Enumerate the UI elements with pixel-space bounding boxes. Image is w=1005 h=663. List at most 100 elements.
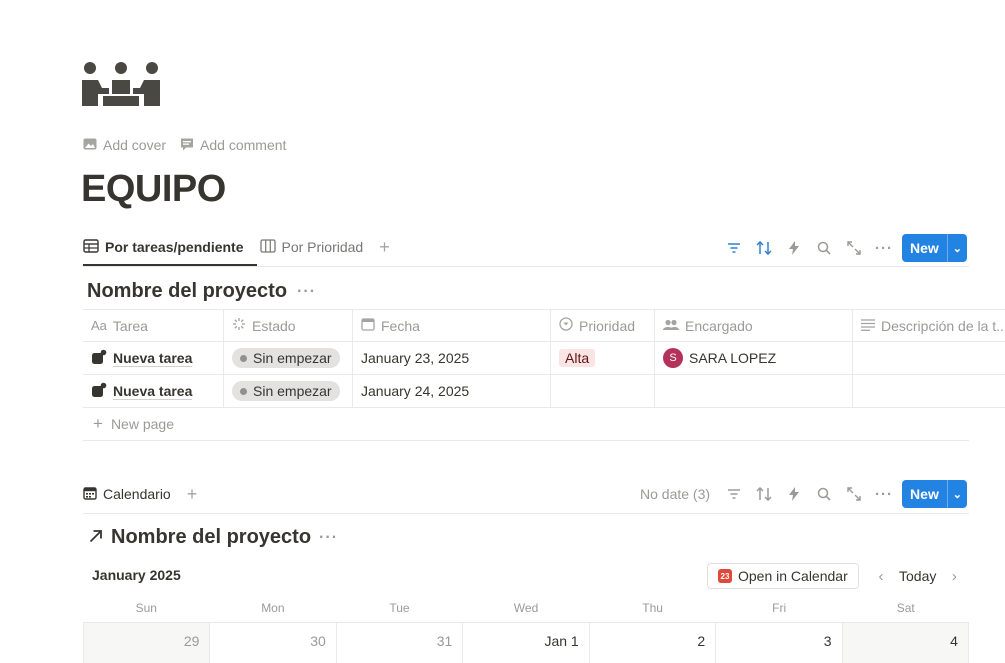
calendar-day-cell[interactable]: 30 bbox=[210, 623, 337, 663]
calendar-icon bbox=[361, 317, 375, 334]
description-cell[interactable] bbox=[853, 342, 1005, 374]
text-icon bbox=[861, 318, 875, 334]
calendar-view-tabs: Calendario + bbox=[83, 476, 197, 512]
database-more-icon[interactable]: ··· bbox=[297, 283, 316, 301]
calendar-icon bbox=[83, 486, 97, 503]
column-label: Descripción de la t... bbox=[881, 317, 1005, 334]
more-options-icon[interactable]: ··· bbox=[872, 482, 896, 506]
column-label: Tarea bbox=[112, 317, 148, 334]
plus-icon: + bbox=[186, 483, 198, 504]
task-name[interactable]: Nueva tarea bbox=[113, 383, 193, 400]
calendar-navigation: ‹ Today › bbox=[873, 563, 962, 589]
chevron-right-icon[interactable]: › bbox=[946, 564, 962, 588]
add-cover-button[interactable]: Add cover bbox=[83, 137, 166, 154]
column-header-encargado[interactable]: Encargado bbox=[655, 310, 853, 341]
table-row[interactable]: Nueva tarea Sin empezar January 23, 2025… bbox=[83, 342, 1005, 375]
calendar-toolbar: No date (3) ··· New ⌄ bbox=[640, 480, 967, 508]
task-name[interactable]: Nueva tarea bbox=[113, 350, 193, 367]
calendar-week-row: 29 30 31 Jan 1 2 3 4 bbox=[83, 622, 969, 663]
image-icon bbox=[83, 137, 97, 154]
column-header-estado[interactable]: Estado bbox=[224, 310, 353, 341]
sort-icon[interactable] bbox=[752, 236, 776, 260]
priority-cell[interactable]: Alta bbox=[551, 342, 655, 374]
calendar-tabs-divider bbox=[83, 513, 969, 514]
more-options-icon[interactable]: ··· bbox=[872, 236, 896, 260]
tab-por-tareas[interactable]: Por tareas/pendiente bbox=[83, 229, 244, 265]
status-cell[interactable]: Sin empezar bbox=[224, 375, 353, 407]
calendar-day-cell[interactable]: 2 bbox=[590, 623, 717, 663]
automation-icon[interactable] bbox=[782, 236, 806, 260]
assignee-cell[interactable]: S SARA LOPEZ bbox=[655, 342, 853, 374]
column-header-fecha[interactable]: Fecha bbox=[353, 310, 551, 341]
calendar-day-cell[interactable]: 29 bbox=[84, 623, 211, 663]
database-title-row: Nombre del proyecto ··· bbox=[87, 280, 316, 303]
automation-icon[interactable] bbox=[782, 482, 806, 506]
date-cell[interactable]: January 23, 2025 bbox=[353, 342, 551, 374]
open-in-calendar-button[interactable]: 23 Open in Calendar bbox=[707, 563, 859, 589]
filter-icon[interactable] bbox=[722, 236, 746, 260]
assignee-name: SARA LOPEZ bbox=[689, 350, 777, 366]
task-cell[interactable]: Nueva tarea bbox=[83, 375, 224, 407]
calendar-day-cell[interactable]: 3 bbox=[716, 623, 843, 663]
search-icon[interactable] bbox=[812, 236, 836, 260]
table-row[interactable]: Nueva tarea Sin empezar January 24, 2025 bbox=[83, 375, 1005, 408]
weekday-label: Sun bbox=[135, 601, 157, 615]
add-comment-button[interactable]: Add comment bbox=[180, 137, 286, 154]
chevron-down-icon[interactable]: ⌄ bbox=[946, 480, 967, 508]
new-page-button[interactable]: + New page bbox=[83, 408, 969, 441]
new-button[interactable]: New ⌄ bbox=[902, 480, 967, 508]
date-cell[interactable]: January 24, 2025 bbox=[353, 375, 551, 407]
filter-icon[interactable] bbox=[722, 482, 746, 506]
status-dot bbox=[240, 387, 247, 395]
column-label: Estado bbox=[252, 317, 296, 334]
expand-icon[interactable] bbox=[842, 482, 866, 506]
comment-icon bbox=[180, 137, 194, 154]
team-meeting-icon[interactable] bbox=[81, 60, 161, 106]
status-label: Sin empezar bbox=[253, 383, 332, 399]
no-date-button[interactable]: No date (3) bbox=[640, 486, 710, 502]
column-header-tarea[interactable]: Aa Tarea bbox=[83, 310, 224, 341]
page-icon bbox=[91, 382, 107, 401]
chevron-left-icon[interactable]: ‹ bbox=[873, 564, 889, 588]
tab-por-prioridad[interactable]: Por Prioridad bbox=[259, 229, 363, 265]
table-header-row: Aa Tarea Estado Fecha Prioridad Encargad… bbox=[83, 309, 1005, 342]
database-more-icon[interactable]: ··· bbox=[319, 529, 338, 547]
title-property-icon: Aa bbox=[91, 318, 107, 333]
page-icon bbox=[91, 349, 107, 368]
column-header-prioridad[interactable]: Prioridad bbox=[551, 310, 655, 341]
calendar-database-title-row: Nombre del proyecto ··· bbox=[89, 526, 338, 549]
tab-label: Por tareas/pendiente bbox=[105, 239, 244, 255]
column-header-descripcion[interactable]: Descripción de la t... bbox=[853, 310, 1005, 341]
assignee-cell[interactable] bbox=[655, 375, 853, 407]
priority-cell[interactable] bbox=[551, 375, 655, 407]
calendar-day-cell[interactable]: 31 bbox=[337, 623, 464, 663]
status-badge: Sin empezar bbox=[232, 348, 340, 368]
search-icon[interactable] bbox=[812, 482, 836, 506]
page-title[interactable]: EQUIPO bbox=[81, 168, 226, 211]
calendar-day-cell[interactable]: 4 bbox=[842, 623, 969, 663]
calendar-app-icon: 23 bbox=[718, 569, 732, 583]
column-label: Prioridad bbox=[579, 317, 636, 334]
database-title[interactable]: Nombre del proyecto bbox=[111, 526, 311, 549]
weekday-label: Mon bbox=[261, 601, 285, 615]
tab-calendario[interactable]: Calendario bbox=[83, 476, 171, 512]
add-view-button[interactable]: + bbox=[379, 229, 390, 265]
view-tabs: Por tareas/pendiente Por Prioridad + bbox=[83, 229, 390, 265]
sort-icon[interactable] bbox=[752, 482, 776, 506]
column-label: Fecha bbox=[381, 317, 420, 334]
linked-arrow-icon bbox=[89, 526, 103, 549]
description-cell[interactable] bbox=[853, 375, 1005, 407]
today-button[interactable]: Today bbox=[899, 568, 936, 584]
expand-icon[interactable] bbox=[842, 236, 866, 260]
tabs-divider bbox=[83, 266, 969, 267]
chevron-down-icon[interactable]: ⌄ bbox=[946, 234, 967, 262]
status-cell[interactable]: Sin empezar bbox=[224, 342, 353, 374]
column-label: Encargado bbox=[685, 317, 753, 334]
database-title[interactable]: Nombre del proyecto bbox=[87, 280, 287, 303]
calendar-day-cell[interactable]: Jan 1 bbox=[463, 623, 590, 663]
add-cover-label: Add cover bbox=[103, 137, 167, 153]
new-button[interactable]: New ⌄ bbox=[902, 234, 967, 262]
people-icon bbox=[663, 318, 679, 334]
task-cell[interactable]: Nueva tarea bbox=[83, 342, 224, 374]
add-view-button[interactable]: + bbox=[187, 476, 198, 512]
